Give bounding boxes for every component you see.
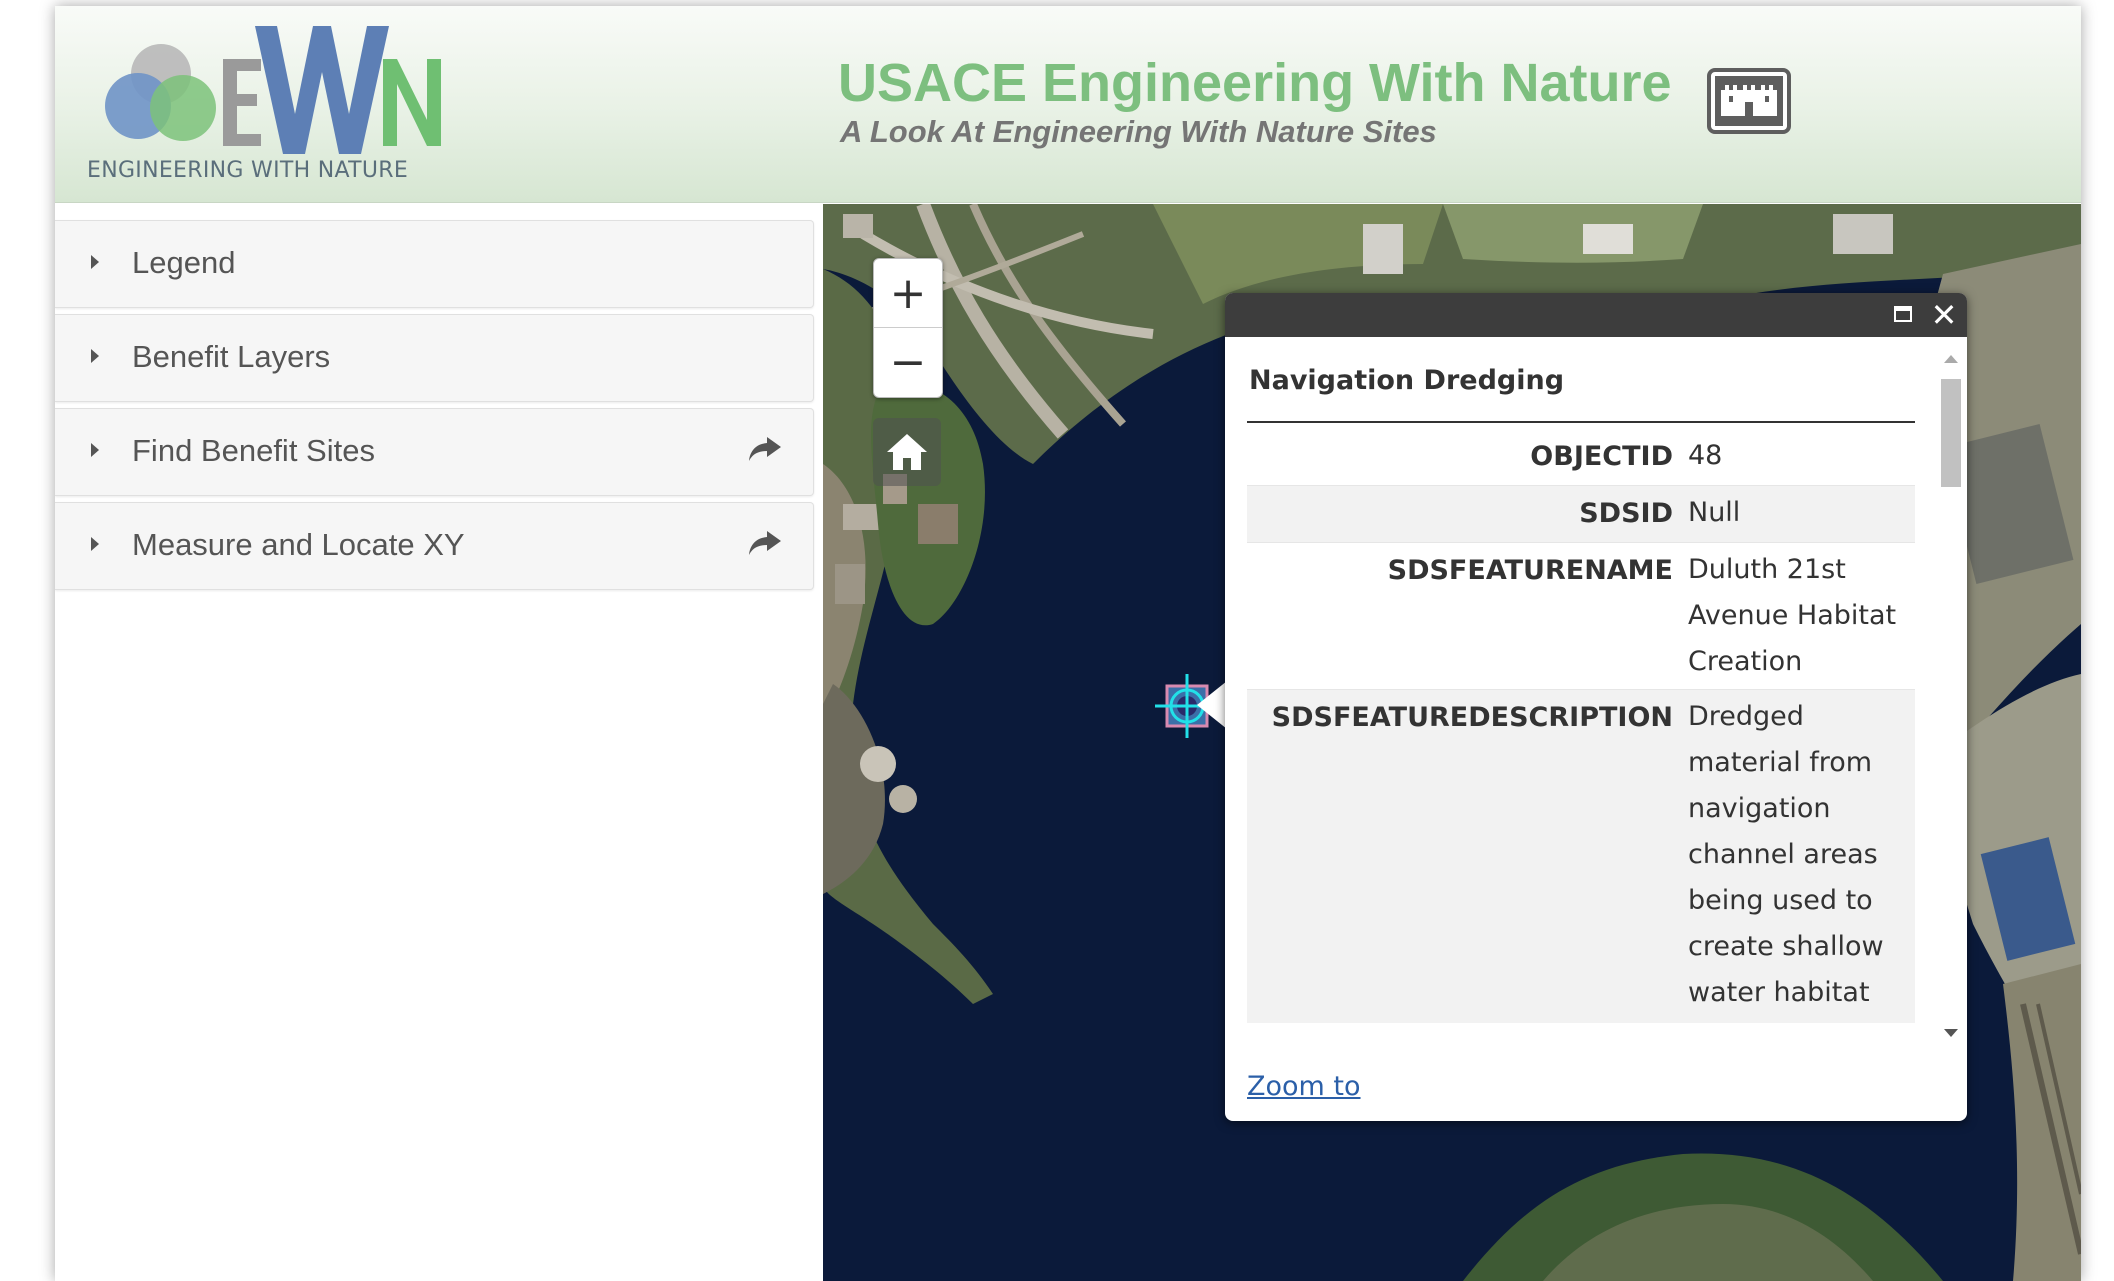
caret-right-icon — [91, 255, 99, 269]
panel-benefit-layers[interactable]: Benefit Layers — [55, 314, 814, 402]
attribute-key: SDSFEATUREDESCRIPTION — [1271, 702, 1673, 733]
attribute-key: SDSID — [1579, 498, 1673, 529]
scroll-thumb[interactable] — [1941, 379, 1961, 487]
attribute-value: 48 — [1688, 440, 1723, 471]
panel-label: Legend — [132, 245, 236, 280]
caret-right-icon — [91, 537, 99, 551]
panel-find-benefit-sites[interactable]: Find Benefit Sites — [55, 408, 814, 496]
table-row: SDSFEATUREDESCRIPTION Dredged material f… — [1247, 690, 1915, 1023]
panel-legend[interactable]: Legend — [55, 220, 814, 308]
attribute-key: OBJECTID — [1530, 441, 1673, 472]
panel-label: Measure and Locate XY — [132, 527, 465, 562]
attribute-value: Duluth 21st Avenue Habitat Creation — [1688, 554, 1897, 677]
page-title: USACE Engineering With Nature — [838, 53, 1672, 113]
zoom-out-button[interactable]: − — [874, 328, 942, 396]
caret-right-icon — [91, 349, 99, 363]
popup-title: Navigation Dredging — [1249, 365, 1565, 396]
page-subtitle: A Look At Engineering With Nature Sites — [840, 114, 1437, 149]
attribute-value: Dredged material from navigation channel… — [1688, 701, 1884, 1008]
home-button[interactable] — [873, 418, 941, 486]
share-icon[interactable] — [747, 433, 783, 465]
attribute-table: OBJECTID 48 SDSID Null SDSFEATURENAME Du… — [1247, 429, 1915, 1023]
castle-icon — [1707, 68, 1791, 134]
attribute-value: Null — [1688, 497, 1741, 528]
panel-label: Benefit Layers — [132, 339, 331, 374]
zoom-to-link[interactable]: Zoom to — [1247, 1071, 1361, 1102]
scroll-up-icon[interactable] — [1944, 355, 1958, 363]
share-icon[interactable] — [747, 527, 783, 559]
scroll-down-icon[interactable] — [1944, 1029, 1958, 1037]
attribute-key: SDSFEATURENAME — [1387, 555, 1673, 586]
popup-scrollbar[interactable] — [1935, 351, 1963, 1051]
minus-icon: − — [889, 336, 927, 388]
table-row: SDSID Null — [1247, 486, 1915, 543]
close-icon[interactable]: ✕ — [1929, 298, 1959, 332]
table-row: SDSFEATURENAME Duluth 21st Avenue Habita… — [1247, 543, 1915, 690]
popup-pointer — [1197, 681, 1227, 729]
panel-label: Find Benefit Sites — [132, 433, 375, 468]
header: ENGINEERING WITH NATURE USACE Engineerin… — [55, 6, 2081, 203]
table-row: OBJECTID 48 — [1247, 429, 1915, 486]
logo-caption: ENGINEERING WITH NATURE — [87, 158, 409, 183]
popup-divider — [1247, 421, 1915, 423]
maximize-icon[interactable] — [1894, 306, 1912, 322]
info-popup: ✕ Navigation Dredging OBJECTID 48 SDSID … — [1225, 293, 1967, 1121]
popup-content[interactable]: Navigation Dredging OBJECTID 48 SDSID Nu… — [1247, 337, 1927, 1023]
caret-right-icon — [91, 443, 99, 457]
panel-measure-locate[interactable]: Measure and Locate XY — [55, 502, 814, 590]
zoom-in-button[interactable]: + — [874, 259, 942, 328]
popup-titlebar: ✕ — [1225, 293, 1967, 337]
plus-icon: + — [889, 267, 927, 319]
app-frame: ENGINEERING WITH NATURE USACE Engineerin… — [55, 6, 2081, 1281]
home-icon — [887, 434, 927, 470]
sidebar: Legend Benefit Layers Find Benefit Sites… — [55, 210, 815, 1281]
zoom-control: + − — [873, 258, 943, 398]
